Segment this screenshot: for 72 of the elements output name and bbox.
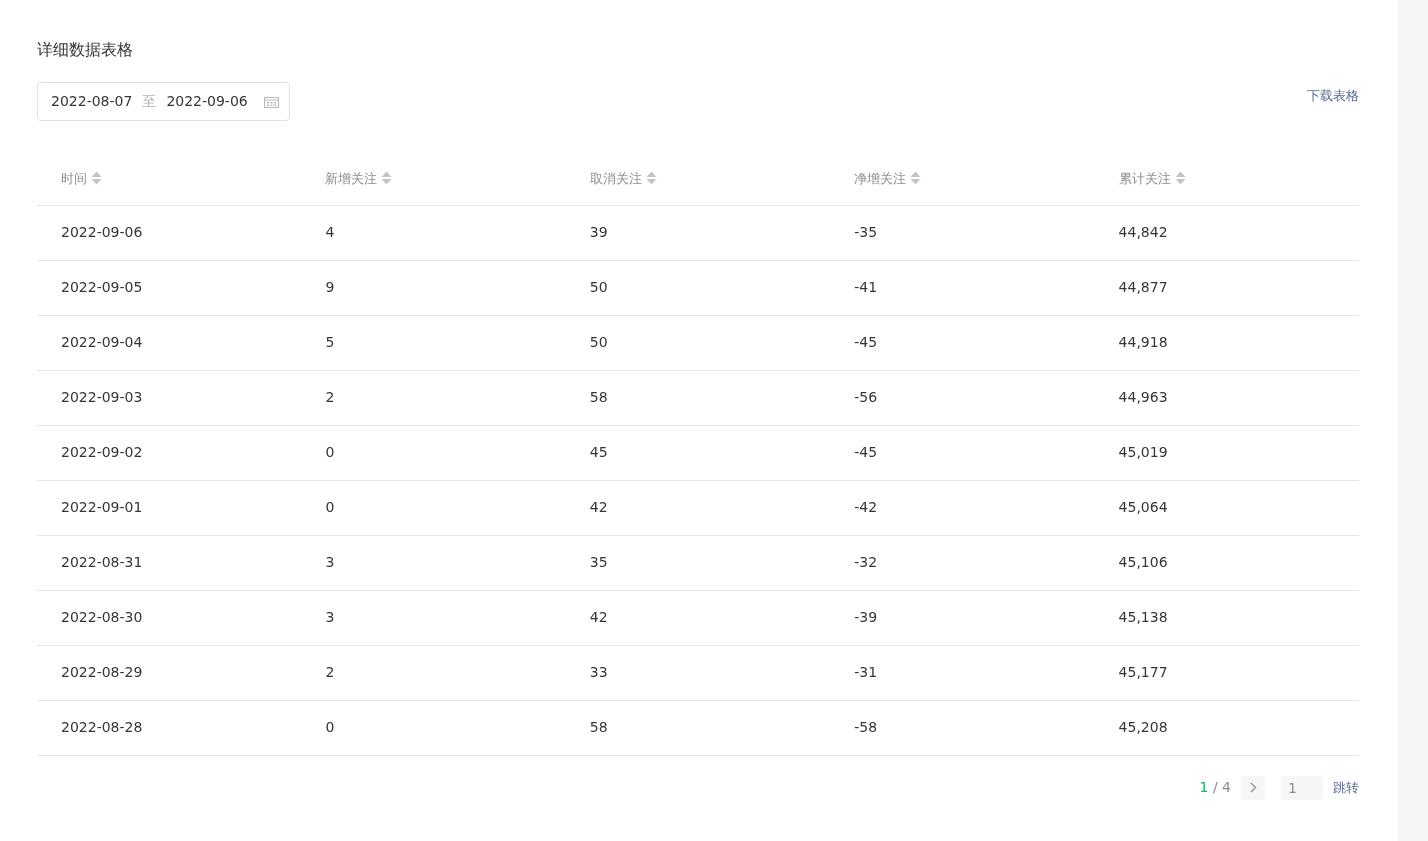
table-cell: -32: [830, 535, 1095, 590]
table-cell: -56: [830, 370, 1095, 425]
next-page-button[interactable]: [1241, 775, 1265, 800]
table-cell: -58: [830, 700, 1095, 755]
table-cell: 2022-09-06: [37, 205, 302, 260]
table-cell: 0: [301, 425, 566, 480]
sort-icon[interactable]: [91, 171, 102, 185]
table-cell: 4: [301, 205, 566, 260]
table-cell: 2: [301, 645, 566, 700]
table-cell: 44,963: [1094, 370, 1359, 425]
table-cell: 45: [565, 425, 831, 480]
table-cell: -45: [830, 315, 1095, 370]
table-cell: 45,064: [1094, 480, 1359, 535]
table-cell: 0: [301, 480, 566, 535]
table-cell: 50: [565, 260, 831, 315]
table-cell: 45,177: [1094, 645, 1359, 700]
table-cell: 2022-08-31: [37, 535, 302, 590]
table-cell: 2: [301, 370, 566, 425]
table-cell: 3: [301, 590, 566, 645]
column-header[interactable]: 取消关注: [589, 171, 642, 186]
table-cell: 44,877: [1094, 260, 1359, 315]
table-cell: -42: [830, 480, 1095, 535]
range-separator: 至: [142, 92, 157, 111]
table-cell: 2022-09-05: [37, 260, 302, 315]
sort-icon[interactable]: [381, 171, 393, 185]
table-cell: 45,208: [1094, 700, 1359, 755]
start-date: 2022-08-07: [51, 92, 133, 111]
table-cell: 58: [565, 700, 831, 755]
table-cell: 2022-08-29: [37, 645, 302, 700]
table-cell: 39: [565, 205, 831, 260]
table-cell: 3: [301, 535, 566, 590]
table-cell: -41: [830, 260, 1095, 315]
table-cell: 42: [565, 590, 831, 645]
end-date: 2022-09-06: [166, 92, 248, 111]
sort-icon[interactable]: [1174, 171, 1186, 185]
calendar-icon[interactable]: [263, 95, 279, 108]
table-cell: 2022-09-04: [37, 315, 302, 370]
table-cell: 45,106: [1094, 535, 1359, 590]
date-range-picker[interactable]: 2022-08-07 至 2022-09-06: [37, 82, 290, 121]
jump-link[interactable]: 跳转: [1333, 777, 1359, 798]
table-cell: 42: [565, 480, 831, 535]
table-cell: 33: [565, 645, 831, 700]
table-cell: -31: [830, 645, 1095, 700]
sort-icon[interactable]: [910, 171, 922, 185]
table-cell: 50: [565, 315, 831, 370]
chevron-right-icon: [1249, 782, 1257, 793]
column-header[interactable]: 净增关注: [854, 171, 907, 186]
section-title: 详细数据表格: [37, 39, 134, 61]
download-link[interactable]: 下载表格: [1307, 85, 1359, 106]
table-cell: 2022-09-02: [37, 425, 302, 480]
column-header[interactable]: 新增关注: [325, 171, 378, 186]
column-header[interactable]: 时间: [61, 171, 87, 186]
table-cell: 35: [565, 535, 831, 590]
table-cell: 9: [301, 260, 566, 315]
table-cell: 44,842: [1094, 205, 1359, 260]
page-input[interactable]: 1: [1281, 775, 1323, 800]
table-cell: 44,918: [1094, 315, 1359, 370]
table-cell: 2022-09-01: [37, 480, 302, 535]
table-cell: 0: [301, 700, 566, 755]
column-header[interactable]: 累计关注: [1118, 171, 1171, 186]
table-cell: -35: [830, 205, 1095, 260]
table-cell: 2022-09-03: [37, 370, 302, 425]
table-cell: -39: [830, 590, 1095, 645]
table-cell: 58: [565, 370, 831, 425]
sort-icon[interactable]: [645, 171, 657, 185]
table-cell: 45,019: [1094, 425, 1359, 480]
table-cell: -45: [830, 425, 1095, 480]
table-cell: 5: [301, 315, 566, 370]
table-cell: 2022-08-30: [37, 590, 302, 645]
table-cell: 2022-08-28: [37, 700, 302, 755]
table-cell: 45,138: [1094, 590, 1359, 645]
page-counter: 1 / 4: [1199, 778, 1231, 797]
